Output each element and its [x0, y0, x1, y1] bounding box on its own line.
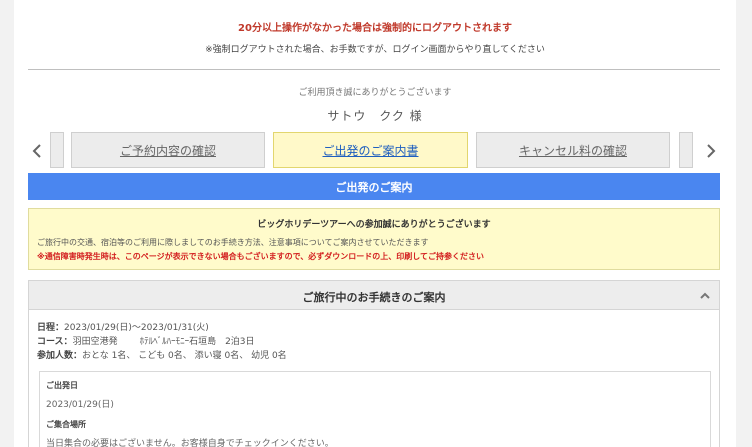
tab-reservation-details[interactable]: ご予約内容の確認 [71, 132, 265, 168]
trip-dates: 日程：2023/01/29(日)～2023/01/31(火) [37, 320, 209, 333]
nav-prev-button[interactable] [28, 140, 46, 162]
procedures-accordion: ご旅行中のお手続きのご案内 日程：2023/01/29(日)～2023/01/3… [28, 280, 720, 447]
tab-cancellation-fee[interactable]: キャンセル料の確認 [476, 132, 670, 168]
departure-date-value: 2023/01/29(日) [46, 400, 114, 410]
meeting-place-value: 当日集合の必要はございません。お客様自身でチェックインください。 [46, 439, 334, 447]
pax-label: 参加人数： [37, 351, 83, 361]
notice-alert: ※通信障害時発生時は、このページが表示できない場合もございますので、必ずダウンロ… [37, 252, 485, 261]
course-name: ﾎﾃﾙﾍﾞﾙﾊｰﾓﾆｰ石垣島 2泊3日 [139, 337, 255, 347]
chevron-right-icon [707, 144, 716, 158]
meeting-place-label: ご集合場所 [46, 420, 86, 429]
divider [28, 69, 720, 70]
tab-previous-partial[interactable] [50, 132, 64, 168]
trip-participants: 参加人数：おとな 1名、 こども 0名、 添い寝 0名、 幼児 0名 [37, 348, 287, 361]
nav-next-button[interactable] [702, 140, 720, 162]
notice-title: ビッグホリデーツアーへの参加誠にありがとうございます [257, 220, 491, 230]
page-container: 20分以上操作がなかった場合は強制的にログアウトされます ※強制ログアウトされた… [14, 0, 736, 447]
section-title-bar: ご出発のご案内 [28, 173, 720, 200]
accordion-title: ご旅行中のお手続きのご案内 [302, 291, 446, 304]
notice-body: ご旅行中の交通、宿泊等のご利用に際しましてのお手続き方法、注意事項についてご案内… [37, 238, 429, 247]
logout-note: ※強制ログアウトされた場合、お手数ですが、ログイン画面からやり直してください [205, 45, 545, 55]
course-label: コース： [37, 337, 73, 347]
chevron-left-icon [32, 144, 41, 158]
trip-course: コース：羽田空港発 ﾎﾃﾙﾍﾞﾙﾊｰﾓﾆｰ石垣島 2泊3日 [37, 334, 255, 347]
accordion-toggle[interactable] [698, 288, 712, 302]
tab-departure-guide[interactable]: ご出発のご案内書 [273, 132, 468, 168]
logout-warning: 20分以上操作がなかった場合は強制的にログアウトされます [238, 23, 512, 34]
date-value: 2023/01/29(日)～2023/01/31(火) [64, 323, 209, 333]
thanks-message: ご利用頂き誠にありがとうございます [298, 88, 452, 98]
notice-box: ビッグホリデーツアーへの参加誠にありがとうございます ご旅行中の交通、宿泊等のご… [28, 208, 720, 270]
departure-detail-box: ご出発日 2023/01/29(日) ご集合場所 当日集合の必要はございません。… [39, 371, 711, 447]
course-departure: 羽田空港発 [72, 337, 118, 347]
date-label: 日程： [37, 323, 65, 333]
departure-date-label: ご出発日 [46, 381, 78, 390]
customer-name: サトウ クク 様 [327, 109, 423, 123]
tab-next-partial[interactable] [679, 132, 693, 168]
pax-value: おとな 1名、 こども 0名、 添い寝 0名、 幼児 0名 [82, 351, 287, 361]
accordion-header[interactable]: ご旅行中のお手続きのご案内 [29, 281, 719, 310]
chevron-up-icon [700, 292, 710, 299]
